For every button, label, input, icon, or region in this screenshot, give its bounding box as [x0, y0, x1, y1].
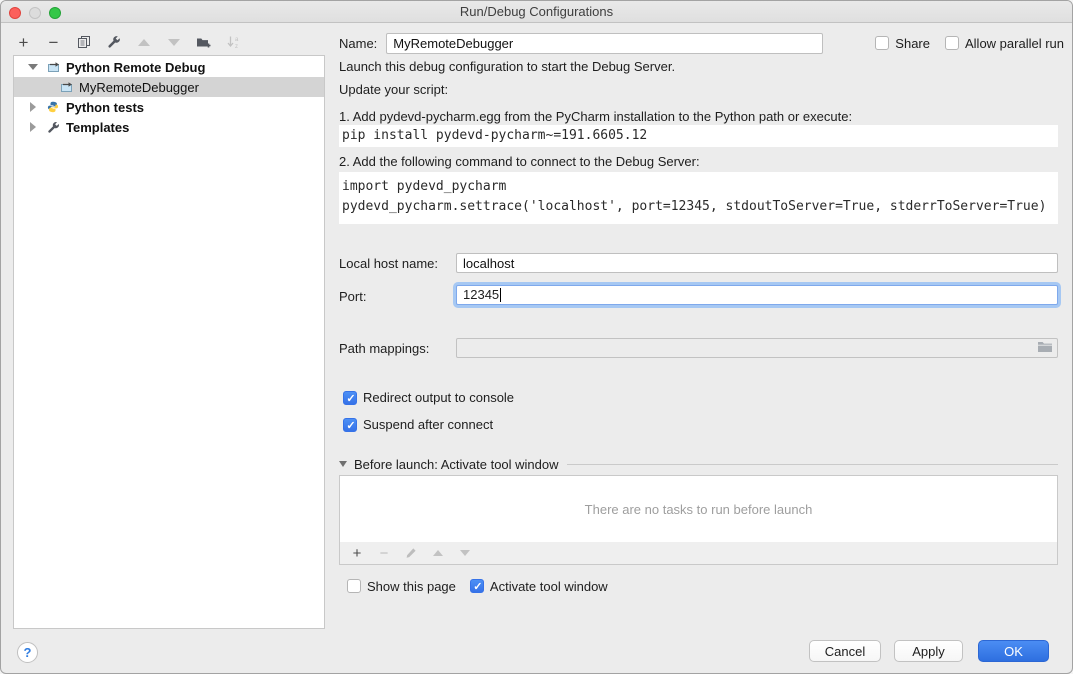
templates-wrench-icon: [46, 121, 60, 134]
before-launch-toolbar: + −: [339, 542, 1058, 565]
tree-item-python-remote-debug[interactable]: Python Remote Debug: [14, 57, 324, 77]
port-input[interactable]: 12345: [456, 285, 1058, 305]
local-host-name-label: Local host name:: [339, 256, 438, 271]
port-focus-ring: 12345: [453, 282, 1061, 308]
before-launch-task-list[interactable]: There are no tasks to run before launch: [339, 475, 1058, 543]
share-checkbox[interactable]: Share: [875, 36, 930, 51]
ok-button[interactable]: OK: [978, 640, 1049, 662]
description-step-1: 1. Add pydevd-pycharm.egg from the PyCha…: [339, 109, 852, 124]
run-config-icon: [21, 81, 73, 94]
description-step-2: 2. Add the following command to connect …: [339, 154, 700, 169]
chevron-down-icon[interactable]: [339, 461, 347, 467]
redirect-output-checkbox[interactable]: Redirect output to console: [343, 390, 514, 405]
suspend-after-connect-checkbox[interactable]: Suspend after connect: [343, 417, 493, 432]
before-launch-empty-text: There are no tasks to run before launch: [585, 502, 813, 517]
tree-item-python-tests[interactable]: Python tests: [14, 97, 324, 117]
code-line-1: import pydevd_pycharm: [342, 177, 1058, 197]
tree-item-label: Python Remote Debug: [66, 60, 205, 75]
pip-install-command: pip install pydevd-pycharm~=191.6605.12: [339, 125, 1058, 147]
apply-button[interactable]: Apply: [894, 640, 963, 662]
move-up-icon: [135, 34, 152, 51]
share-checkbox-box[interactable]: [875, 36, 889, 50]
tree-item-label: MyRemoteDebugger: [79, 80, 199, 95]
edit-task-pencil-icon: [404, 546, 418, 560]
add-configuration-button[interactable]: +: [15, 34, 32, 51]
configurations-tree: Python Remote Debug MyRemoteDebugger Pyt…: [13, 55, 325, 629]
suspend-after-connect-label: Suspend after connect: [363, 417, 493, 432]
copy-configuration-icon[interactable]: [75, 34, 92, 51]
window-title: Run/Debug Configurations: [1, 1, 1072, 23]
add-task-button[interactable]: +: [350, 546, 364, 560]
tree-item-label: Python tests: [66, 100, 144, 115]
edit-templates-wrench-icon[interactable]: [105, 34, 122, 51]
share-label: Share: [895, 36, 930, 51]
cancel-button[interactable]: Cancel: [809, 640, 881, 662]
remove-configuration-button[interactable]: −: [45, 34, 62, 51]
redirect-output-label: Redirect output to console: [363, 390, 514, 405]
title-bar: Run/Debug Configurations: [1, 1, 1072, 23]
name-input[interactable]: MyRemoteDebugger: [386, 33, 823, 54]
suspend-after-connect-checkbox-box[interactable]: [343, 418, 357, 432]
new-folder-icon[interactable]: [195, 34, 212, 51]
open-folder-icon[interactable]: [1037, 340, 1053, 356]
move-task-down-icon: [458, 546, 472, 560]
port-label: Port:: [339, 289, 366, 304]
python-icon: [46, 101, 60, 114]
svg-text:a: a: [235, 37, 239, 43]
move-task-up-icon: [431, 546, 445, 560]
description-line-1: Launch this debug configuration to start…: [339, 59, 675, 74]
code-line-2: pydevd_pycharm.settrace('localhost', por…: [342, 197, 1058, 217]
chevron-right-icon[interactable]: [27, 102, 39, 112]
path-mappings-input[interactable]: [456, 338, 1058, 358]
run-debug-configurations-dialog: Run/Debug Configurations + − az Python R…: [0, 0, 1073, 674]
show-this-page-label: Show this page: [367, 579, 456, 594]
redirect-output-checkbox-box[interactable]: [343, 391, 357, 405]
tree-item-myremotedebugger[interactable]: MyRemoteDebugger: [14, 77, 324, 97]
activate-tool-window-checkbox[interactable]: Activate tool window: [470, 579, 608, 594]
port-value: 12345: [463, 286, 499, 304]
configurations-toolbar: + − az: [15, 31, 242, 53]
sort-configurations-icon: az: [225, 34, 242, 51]
tree-item-templates[interactable]: Templates: [14, 117, 324, 137]
help-button[interactable]: ?: [17, 642, 38, 663]
settrace-code-block: import pydevd_pycharm pydevd_pycharm.set…: [339, 172, 1058, 224]
allow-parallel-run-checkbox-box[interactable]: [945, 36, 959, 50]
allow-parallel-run-checkbox[interactable]: Allow parallel run: [945, 36, 1064, 51]
activate-tool-window-label: Activate tool window: [490, 579, 608, 594]
description-line-2: Update your script:: [339, 82, 448, 97]
svg-text:z: z: [235, 44, 238, 49]
show-this-page-checkbox[interactable]: Show this page: [347, 579, 456, 594]
remove-task-icon: −: [377, 546, 391, 560]
name-row: Name: MyRemoteDebugger Share Allow paral…: [339, 32, 1064, 54]
chevron-right-icon[interactable]: [27, 122, 39, 132]
section-divider: [567, 464, 1058, 465]
show-this-page-checkbox-box[interactable]: [347, 579, 361, 593]
tree-item-label: Templates: [66, 120, 129, 135]
move-down-icon: [165, 34, 182, 51]
before-launch-section-header[interactable]: Before launch: Activate tool window: [339, 456, 1058, 472]
help-question-icon: ?: [24, 645, 32, 660]
chevron-down-icon[interactable]: [27, 64, 39, 70]
before-launch-title: Before launch: Activate tool window: [354, 457, 559, 472]
allow-parallel-run-label: Allow parallel run: [965, 36, 1064, 51]
path-mappings-label: Path mappings:: [339, 341, 429, 356]
run-config-icon: [46, 61, 60, 74]
text-cursor: [500, 288, 501, 302]
name-label: Name:: [339, 36, 377, 51]
local-host-name-input[interactable]: localhost: [456, 253, 1058, 273]
activate-tool-window-checkbox-box[interactable]: [470, 579, 484, 593]
page-options-row: Show this page Activate tool window: [347, 578, 608, 594]
